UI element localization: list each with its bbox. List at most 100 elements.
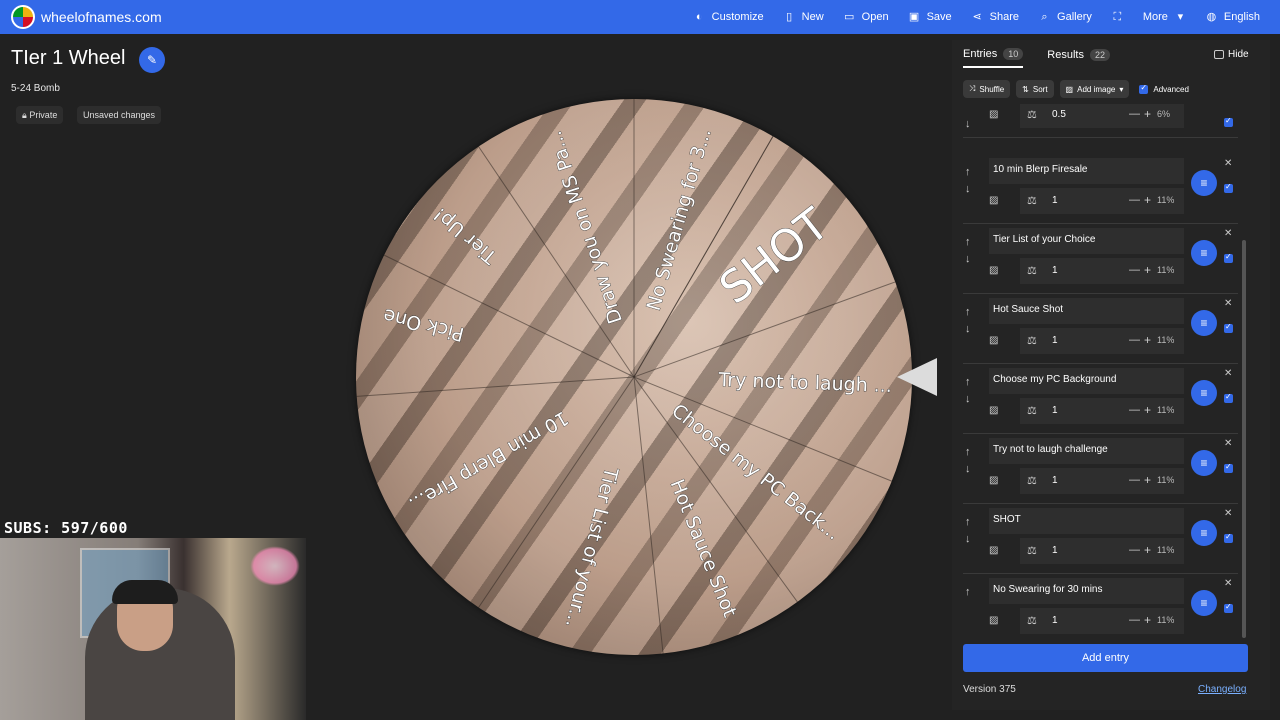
decrease-weight-button[interactable]: — xyxy=(1129,194,1140,206)
advanced-toggle[interactable]: Advanced xyxy=(1139,83,1189,94)
image-icon[interactable]: ▨ xyxy=(989,109,998,120)
move-arrows[interactable]: ↑ ↓ xyxy=(965,444,975,478)
entry-enabled-checkbox[interactable] xyxy=(1224,320,1233,338)
close-icon[interactable]: ✕ xyxy=(1224,158,1232,169)
scale-icon: ⚖ xyxy=(1027,265,1037,277)
decrease-weight-button[interactable]: — xyxy=(1129,404,1140,416)
entry-enabled-checkbox[interactable] xyxy=(1224,390,1233,408)
move-up-icon[interactable]: ↑ xyxy=(965,584,975,601)
add-entry-button[interactable]: Add entry xyxy=(963,644,1248,672)
scale-icon: ⚖ xyxy=(1027,545,1037,557)
increase-weight-button[interactable]: + xyxy=(1144,543,1151,557)
increase-weight-button[interactable]: + xyxy=(1144,403,1151,417)
open-button[interactable]: ▭ Open xyxy=(844,11,889,23)
entry-name-input[interactable]: Choose my PC Background xyxy=(989,368,1184,394)
image-icon[interactable]: ▨ xyxy=(989,335,998,346)
folder-icon: ▭ xyxy=(843,10,855,23)
close-icon[interactable]: ✕ xyxy=(1224,438,1232,449)
entry-options-button[interactable]: ≡ xyxy=(1191,240,1217,266)
entry-name-input[interactable]: Hot Sauce Shot xyxy=(989,298,1184,324)
fullscreen-button[interactable]: ⛶ xyxy=(1112,10,1123,23)
changelog-link[interactable]: Changelog xyxy=(1198,684,1246,695)
move-arrows[interactable]: ↑ ↓ xyxy=(965,374,975,408)
move-down-icon[interactable]: ↓ xyxy=(965,116,975,133)
unsaved-badge: Unsaved changes xyxy=(77,106,162,124)
hide-button[interactable]: Hide xyxy=(1214,49,1249,60)
increase-weight-button[interactable]: + xyxy=(1144,333,1151,347)
wheel[interactable]: SHOT Try not to laugh ... Choose my PC Bac… xyxy=(356,99,912,655)
decrease-weight-button[interactable]: — xyxy=(1129,264,1140,276)
search-icon: ⌕ xyxy=(1041,10,1048,23)
entry-options-button[interactable]: ≡ xyxy=(1191,520,1217,546)
move-arrows[interactable]: ↑ ↓ xyxy=(965,234,975,268)
image-icon[interactable]: ▨ xyxy=(989,615,998,626)
shuffle-button[interactable]: ⤨ Shuffle xyxy=(963,80,1011,98)
entry-enabled-checkbox[interactable] xyxy=(1224,530,1233,548)
entry-name-input[interactable]: 10 min Blerp Firesale xyxy=(989,158,1184,184)
entry-enabled-checkbox[interactable] xyxy=(1224,460,1233,478)
close-icon[interactable]: ✕ xyxy=(1224,578,1232,589)
entry-options-button[interactable]: ≡ xyxy=(1191,380,1217,406)
decrease-weight-button[interactable]: — xyxy=(1129,108,1140,120)
entry-name-input[interactable]: Try not to laugh challenge xyxy=(989,438,1184,464)
entry-options-button[interactable]: ≡ xyxy=(1191,590,1217,616)
entry-enabled-checkbox[interactable] xyxy=(1224,250,1233,268)
close-icon[interactable]: ✕ xyxy=(1224,368,1232,379)
decrease-weight-button[interactable]: — xyxy=(1129,334,1140,346)
close-icon[interactable]: ✕ xyxy=(1224,508,1232,519)
edit-title-button[interactable]: ✎ xyxy=(139,47,165,73)
list-item: ↑ ↓ Try not to laugh challenge 1 ▨ ⚖ — + … xyxy=(963,434,1238,504)
tab-entries[interactable]: Entries 10 xyxy=(963,48,1024,68)
entry-options-button[interactable]: ≡ xyxy=(1191,170,1217,196)
entry-enabled-checkbox[interactable] xyxy=(1224,600,1233,618)
site-name[interactable]: wheelofnames.com xyxy=(41,9,162,25)
close-icon[interactable]: ✕ xyxy=(1224,298,1232,309)
more-button[interactable]: More ▾ xyxy=(1143,11,1186,23)
gallery-button[interactable]: ⌕ Gallery xyxy=(1039,10,1091,23)
add-image-button[interactable]: ▨ Add image ▾ xyxy=(1059,80,1130,98)
decrease-weight-button[interactable]: — xyxy=(1129,474,1140,486)
move-arrows[interactable]: ↑ ↓ xyxy=(965,304,975,338)
entry-percent: 6% xyxy=(1157,109,1171,119)
close-icon[interactable]: ✕ xyxy=(1224,228,1232,239)
image-icon[interactable]: ▨ xyxy=(989,195,998,206)
image-icon[interactable]: ▨ xyxy=(989,405,998,416)
share-button[interactable]: ⋖ Share xyxy=(972,11,1019,23)
entry-options-button[interactable]: ≡ xyxy=(1191,310,1217,336)
decrease-weight-button[interactable]: — xyxy=(1129,544,1140,556)
entry-enabled-checkbox[interactable] xyxy=(1224,114,1233,132)
language-button[interactable]: ◍ English xyxy=(1206,11,1260,23)
customize-button[interactable]: ◐ Customize xyxy=(694,11,764,23)
move-arrows[interactable]: ↑ ↓ xyxy=(965,164,975,198)
increase-weight-button[interactable]: + xyxy=(1144,263,1151,277)
image-icon[interactable]: ▨ xyxy=(989,545,998,556)
increase-weight-button[interactable]: + xyxy=(1144,193,1151,207)
scale-icon: ⚖ xyxy=(1027,335,1037,347)
entry-options-button[interactable]: ≡ xyxy=(1191,450,1217,476)
wheel-logo-icon[interactable] xyxy=(11,5,35,29)
move-arrows[interactable]: ↑ ↓ xyxy=(965,514,975,548)
new-button[interactable]: ▯ New xyxy=(784,11,824,23)
increase-weight-button[interactable]: + xyxy=(1144,473,1151,487)
entry-name-input[interactable]: Tier List of your Choice xyxy=(989,228,1184,254)
sliders-icon: ≡ xyxy=(1200,176,1208,190)
entry-enabled-checkbox[interactable] xyxy=(1224,180,1233,198)
increase-weight-button[interactable]: + xyxy=(1144,613,1151,627)
tab-results[interactable]: Results 22 xyxy=(1047,48,1110,68)
entry-name-input[interactable]: No Swearing for 30 mins xyxy=(989,578,1184,604)
decrease-weight-button[interactable]: — xyxy=(1129,614,1140,626)
image-icon[interactable]: ▨ xyxy=(989,265,998,276)
entries-scrollbar[interactable] xyxy=(1242,240,1246,638)
advanced-checkbox[interactable] xyxy=(1139,83,1149,94)
fullscreen-icon: ⛶ xyxy=(1113,10,1122,23)
entry-percent: 11% xyxy=(1157,265,1175,275)
sliders-icon: ≡ xyxy=(1200,386,1208,400)
wheel-segment-label: Draw you on MS Pa... xyxy=(544,128,627,326)
entry-name-input[interactable]: SHOT xyxy=(989,508,1184,534)
save-button[interactable]: ▣ Save xyxy=(909,11,952,23)
sort-button[interactable]: ⇅ Sort xyxy=(1016,80,1054,98)
increase-weight-button[interactable]: + xyxy=(1144,107,1151,121)
image-icon[interactable]: ▨ xyxy=(989,475,998,486)
wheel-segment-label: Tier Up! xyxy=(429,203,502,269)
private-badge[interactable]: 🔒︎ Private xyxy=(16,106,64,124)
